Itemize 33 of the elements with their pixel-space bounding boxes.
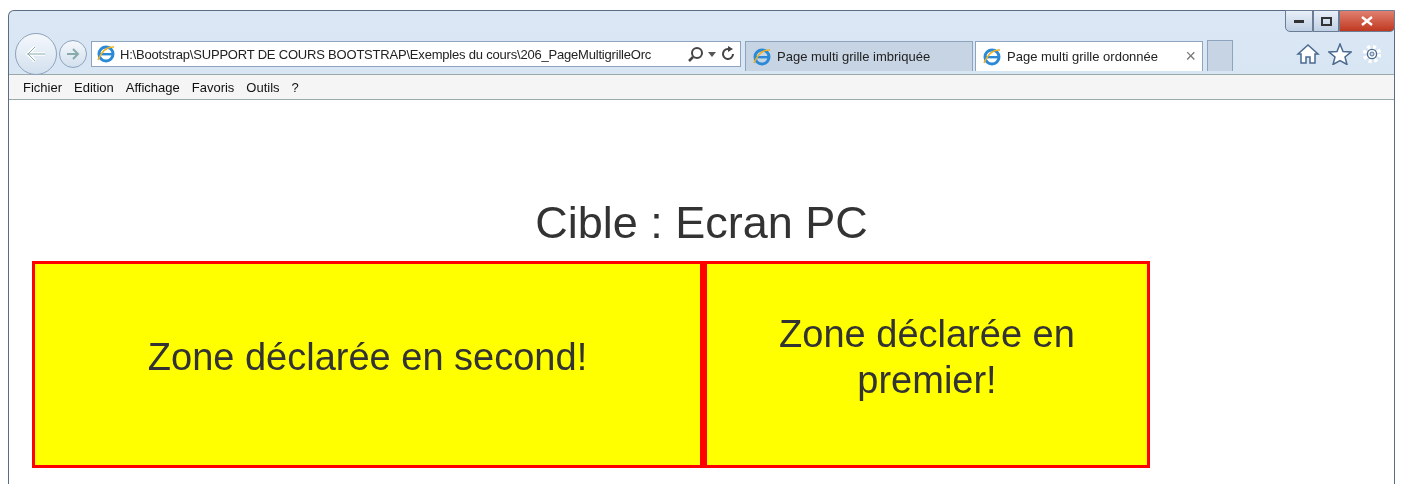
browser-logo-icon [96, 44, 116, 64]
browser-tab[interactable]: Page multi grille imbriquée [745, 41, 973, 71]
browser-logo-icon [982, 46, 1002, 67]
caret-icon[interactable] [708, 51, 716, 57]
maximize-icon [1320, 16, 1332, 26]
menu-item[interactable]: Fichier [17, 79, 68, 95]
minimize-button[interactable] [1285, 10, 1313, 32]
tab-close-button[interactable]: × [1185, 46, 1196, 67]
refresh-icon[interactable] [720, 46, 736, 62]
menu-item[interactable]: Edition [68, 79, 120, 95]
settings-icon[interactable] [1360, 43, 1384, 65]
browser-tab[interactable]: Page multi grille ordonnée × [975, 41, 1203, 71]
tab-title: Page multi grille ordonnée [1007, 49, 1159, 64]
minimize-icon [1294, 19, 1304, 23]
zone-panel: Zone déclarée en premier! [703, 261, 1150, 468]
tab-title: Page multi grille imbriquée [777, 49, 931, 64]
forward-arrow-icon [66, 48, 80, 60]
browser-logo-icon [752, 46, 772, 67]
menu-item[interactable]: Affichage [119, 79, 186, 95]
url-text: H:\Bootstrap\SUPPORT DE COURS BOOTSTRAP\Exemples du cours\206_PageMultigrilleOrc [120, 46, 653, 62]
home-icon[interactable] [1296, 43, 1320, 65]
close-icon [1361, 16, 1373, 26]
back-arrow-icon [25, 45, 47, 63]
maximize-button[interactable] [1313, 10, 1339, 32]
menu-item[interactable]: ? [285, 79, 305, 95]
zone-panel: Zone déclarée en second! [32, 261, 703, 468]
address-bar[interactable]: H:\Bootstrap\SUPPORT DE COURS BOOTSTRAP\Exemples du cours\206_PageMultigrilleOrc [91, 41, 741, 67]
close-button[interactable] [1339, 10, 1395, 32]
page-heading: Cible : Ecran PC [534, 196, 869, 250]
star-icon[interactable] [1328, 43, 1352, 65]
search-icon[interactable] [688, 46, 704, 62]
menu-item[interactable]: Outils [240, 79, 286, 95]
menu-item[interactable]: Favoris [185, 79, 241, 95]
